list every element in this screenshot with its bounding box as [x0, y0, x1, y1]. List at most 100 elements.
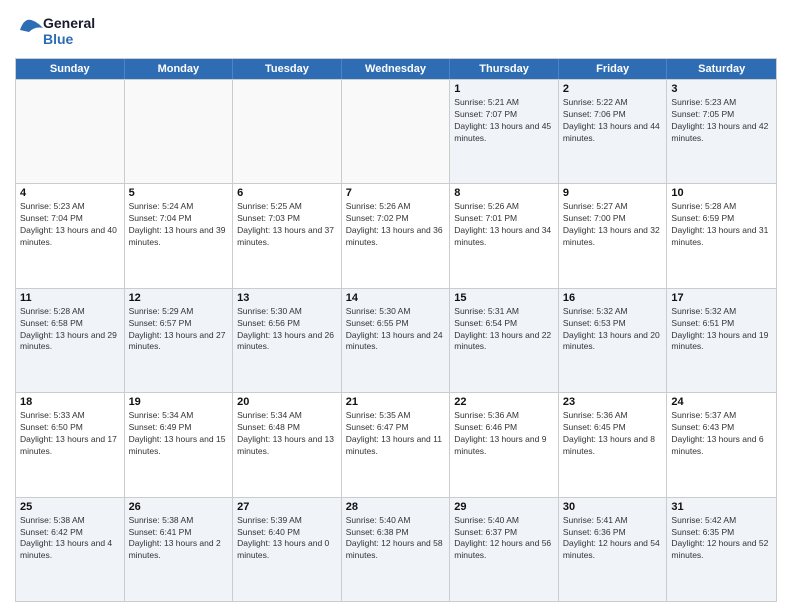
day-info: Sunrise: 5:35 AMSunset: 6:47 PMDaylight:…	[346, 410, 446, 458]
page-header: GeneralBlue	[15, 10, 777, 50]
day-info: Sunrise: 5:37 AMSunset: 6:43 PMDaylight:…	[671, 410, 772, 458]
day-number: 19	[129, 396, 229, 408]
calendar-row-3: 18 Sunrise: 5:33 AMSunset: 6:50 PMDayligh…	[16, 392, 776, 496]
day-info: Sunrise: 5:40 AMSunset: 6:37 PMDaylight:…	[454, 515, 554, 563]
day-info: Sunrise: 5:32 AMSunset: 6:53 PMDaylight:…	[563, 306, 663, 354]
day-info: Sunrise: 5:33 AMSunset: 6:50 PMDaylight:…	[20, 410, 120, 458]
day-number: 2	[563, 83, 663, 95]
svg-text:Blue: Blue	[43, 31, 74, 47]
calendar-cell-12: 12Sunrise: 5:29 AMSunset: 6:57 PMDayligh…	[125, 289, 234, 392]
calendar-grid: SundayMondayTuesdayWednesdayThursdayFrid…	[15, 58, 777, 602]
day-info: Sunrise: 5:30 AMSunset: 6:56 PMDaylight:…	[237, 306, 337, 354]
svg-text:General: General	[43, 15, 95, 31]
calendar-cell-11: 11 Sunrise: 5:28 AMSunset: 6:58 PMDayligh…	[16, 289, 125, 392]
day-number: 14	[346, 292, 446, 304]
calendar-cell-empty-2	[233, 80, 342, 183]
calendar-page: GeneralBlue SundayMondayTuesdayWednesday…	[0, 0, 792, 612]
day-number: 8	[454, 187, 554, 199]
calendar-cell-21: 21 Sunrise: 5:35 AMSunset: 6:47 PMDayligh…	[342, 393, 451, 496]
calendar-cell-24: 24 Sunrise: 5:37 AMSunset: 6:43 PMDayligh…	[667, 393, 776, 496]
calendar-cell-3: 3 Sunrise: 5:23 AMSunset: 7:05 PMDaylight…	[667, 80, 776, 183]
day-info: Sunrise: 5:27 AMSunset: 7:00 PMDaylight:…	[563, 201, 663, 249]
calendar-cell-8: 8 Sunrise: 5:26 AMSunset: 7:01 PMDaylight…	[450, 184, 559, 287]
day-info: Sunrise: 5:31 AMSunset: 6:54 PMDaylight:…	[454, 306, 554, 354]
day-number: 26	[129, 501, 229, 513]
day-info: Sunrise: 5:30 AMSunset: 6:55 PMDaylight:…	[346, 306, 446, 354]
day-info: Sunrise: 5:26 AMSunset: 7:01 PMDaylight:…	[454, 201, 554, 249]
day-info: Sunrise: 5:28 AMSunset: 6:59 PMDaylight:…	[671, 201, 772, 249]
calendar-cell-22: 22Sunrise: 5:36 AMSunset: 6:46 PMDayligh…	[450, 393, 559, 496]
logo: GeneralBlue	[15, 10, 105, 50]
day-number: 27	[237, 501, 337, 513]
day-info: Sunrise: 5:39 AMSunset: 6:40 PMDaylight:…	[237, 515, 337, 563]
day-number: 24	[671, 396, 772, 408]
day-info: Sunrise: 5:34 AMSunset: 6:48 PMDaylight:…	[237, 410, 337, 458]
day-info: Sunrise: 5:28 AMSunset: 6:58 PMDaylight:…	[20, 306, 120, 354]
day-number: 23	[563, 396, 663, 408]
day-info: Sunrise: 5:26 AMSunset: 7:02 PMDaylight:…	[346, 201, 446, 249]
calendar-cell-2: 2 Sunrise: 5:22 AMSunset: 7:06 PMDaylight…	[559, 80, 668, 183]
day-number: 1	[454, 83, 554, 95]
day-info: Sunrise: 5:42 AMSunset: 6:35 PMDaylight:…	[671, 515, 772, 563]
day-number: 15	[454, 292, 554, 304]
calendar-cell-29: 29Sunrise: 5:40 AMSunset: 6:37 PMDayligh…	[450, 498, 559, 601]
calendar-cell-15: 15 Sunrise: 5:31 AMSunset: 6:54 PMDayligh…	[450, 289, 559, 392]
day-number: 25	[20, 501, 120, 513]
day-number: 9	[563, 187, 663, 199]
day-number: 12	[129, 292, 229, 304]
day-number: 6	[237, 187, 337, 199]
calendar-cell-empty-1	[125, 80, 234, 183]
day-number: 31	[671, 501, 772, 513]
calendar-cell-14: 14 Sunrise: 5:30 AMSunset: 6:55 PMDayligh…	[342, 289, 451, 392]
weekday-header-thursday: Thursday	[450, 59, 559, 79]
calendar-row-1: 4 Sunrise: 5:23 AMSunset: 7:04 PMDaylight…	[16, 183, 776, 287]
calendar-cell-18: 18 Sunrise: 5:33 AMSunset: 6:50 PMDayligh…	[16, 393, 125, 496]
day-info: Sunrise: 5:24 AMSunset: 7:04 PMDaylight:…	[129, 201, 229, 249]
calendar-cell-27: 27 Sunrise: 5:39 AMSunset: 6:40 PMDayligh…	[233, 498, 342, 601]
day-info: Sunrise: 5:21 AMSunset: 7:07 PMDaylight:…	[454, 97, 554, 145]
day-number: 28	[346, 501, 446, 513]
calendar-row-2: 11 Sunrise: 5:28 AMSunset: 6:58 PMDayligh…	[16, 288, 776, 392]
calendar-row-0: 1 Sunrise: 5:21 AMSunset: 7:07 PMDaylight…	[16, 79, 776, 183]
calendar-cell-16: 16 Sunrise: 5:32 AMSunset: 6:53 PMDayligh…	[559, 289, 668, 392]
calendar-cell-31: 31 Sunrise: 5:42 AMSunset: 6:35 PMDayligh…	[667, 498, 776, 601]
day-info: Sunrise: 5:32 AMSunset: 6:51 PMDaylight:…	[671, 306, 772, 354]
calendar-cell-1: 1 Sunrise: 5:21 AMSunset: 7:07 PMDaylight…	[450, 80, 559, 183]
day-number: 16	[563, 292, 663, 304]
calendar-cell-5: 5 Sunrise: 5:24 AMSunset: 7:04 PMDaylight…	[125, 184, 234, 287]
calendar-cell-20: 20 Sunrise: 5:34 AMSunset: 6:48 PMDayligh…	[233, 393, 342, 496]
day-info: Sunrise: 5:34 AMSunset: 6:49 PMDaylight:…	[129, 410, 229, 458]
calendar-cell-7: 7 Sunrise: 5:26 AMSunset: 7:02 PMDaylight…	[342, 184, 451, 287]
day-info: Sunrise: 5:36 AMSunset: 6:45 PMDaylight:…	[563, 410, 663, 458]
weekday-header-tuesday: Tuesday	[233, 59, 342, 79]
day-number: 4	[20, 187, 120, 199]
weekday-header-saturday: Saturday	[667, 59, 776, 79]
day-info: Sunrise: 5:25 AMSunset: 7:03 PMDaylight:…	[237, 201, 337, 249]
calendar-cell-empty-3	[342, 80, 451, 183]
day-number: 13	[237, 292, 337, 304]
day-number: 11	[20, 292, 120, 304]
day-number: 5	[129, 187, 229, 199]
weekday-header-sunday: Sunday	[16, 59, 125, 79]
day-number: 18	[20, 396, 120, 408]
day-number: 21	[346, 396, 446, 408]
calendar-header: SundayMondayTuesdayWednesdayThursdayFrid…	[16, 59, 776, 79]
day-info: Sunrise: 5:41 AMSunset: 6:36 PMDaylight:…	[563, 515, 663, 563]
calendar-cell-empty-0	[16, 80, 125, 183]
calendar-cell-10: 10Sunrise: 5:28 AMSunset: 6:59 PMDayligh…	[667, 184, 776, 287]
day-number: 30	[563, 501, 663, 513]
day-info: Sunrise: 5:38 AMSunset: 6:41 PMDaylight:…	[129, 515, 229, 563]
day-info: Sunrise: 5:22 AMSunset: 7:06 PMDaylight:…	[563, 97, 663, 145]
day-info: Sunrise: 5:23 AMSunset: 7:04 PMDaylight:…	[20, 201, 120, 249]
day-number: 3	[671, 83, 772, 95]
calendar-cell-23: 23 Sunrise: 5:36 AMSunset: 6:45 PMDayligh…	[559, 393, 668, 496]
calendar-cell-19: 19 Sunrise: 5:34 AMSunset: 6:49 PMDayligh…	[125, 393, 234, 496]
calendar-body: 1 Sunrise: 5:21 AMSunset: 7:07 PMDaylight…	[16, 79, 776, 601]
day-number: 20	[237, 396, 337, 408]
day-info: Sunrise: 5:40 AMSunset: 6:38 PMDaylight:…	[346, 515, 446, 563]
calendar-cell-30: 30 Sunrise: 5:41 AMSunset: 6:36 PMDayligh…	[559, 498, 668, 601]
weekday-header-monday: Monday	[125, 59, 234, 79]
day-info: Sunrise: 5:23 AMSunset: 7:05 PMDaylight:…	[671, 97, 772, 145]
day-number: 7	[346, 187, 446, 199]
day-info: Sunrise: 5:38 AMSunset: 6:42 PMDaylight:…	[20, 515, 120, 563]
